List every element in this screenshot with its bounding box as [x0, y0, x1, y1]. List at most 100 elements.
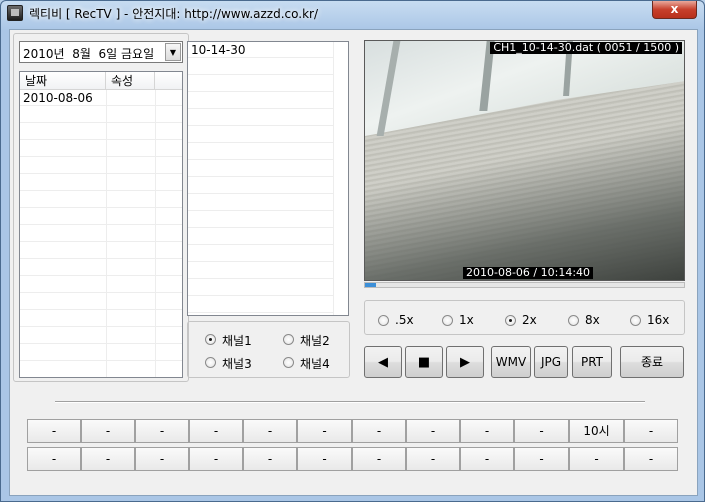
hour-button-2-2[interactable]: - — [81, 447, 135, 471]
list-item[interactable]: 10-14-30 — [188, 42, 333, 58]
list-item — [188, 59, 333, 75]
hour-button-2-7[interactable]: - — [352, 447, 406, 471]
radio-icon — [205, 334, 216, 345]
list-item — [188, 127, 333, 143]
table-row — [20, 209, 182, 225]
hour-button-1-7[interactable]: - — [352, 419, 406, 443]
hour-button-2-12[interactable]: - — [624, 447, 678, 471]
hour-button-2-6[interactable]: - — [297, 447, 352, 471]
hour-button-1-5[interactable]: - — [243, 419, 297, 443]
speed-0-5x-label: .5x — [395, 313, 414, 327]
hour-button-1-8[interactable]: - — [406, 419, 460, 443]
hour-button-2-1[interactable]: - — [27, 447, 81, 471]
column-header-date[interactable]: 날짜 — [20, 72, 106, 90]
hour-button-1-12[interactable]: - — [624, 419, 678, 443]
speed-8x-label: 8x — [585, 313, 600, 327]
stop-button[interactable]: ■ — [405, 346, 443, 378]
list-item — [188, 93, 333, 109]
chevron-down-icon[interactable]: ▼ — [165, 43, 181, 61]
radio-icon — [378, 315, 389, 326]
date-picker[interactable]: 2010년 8월 6일 금요일 ▼ — [19, 41, 183, 63]
hour-button-1-2[interactable]: - — [81, 419, 135, 443]
playback-progress-fill — [365, 283, 376, 287]
channel-3-label: 채널3 — [222, 357, 252, 371]
list-item — [188, 229, 333, 245]
list-item — [188, 212, 333, 228]
radio-icon — [568, 315, 579, 326]
video-preview[interactable]: CH1_10-14-30.dat ( 0051 / 1500 ) 2010-08… — [364, 40, 685, 281]
list-item — [188, 280, 333, 296]
list-item — [188, 76, 333, 92]
list-item — [188, 246, 333, 262]
column-header-attr[interactable]: 속성 — [106, 72, 155, 90]
speed-1x-label: 1x — [459, 313, 474, 327]
table-row — [20, 107, 182, 123]
channel-2-label: 채널2 — [300, 334, 330, 348]
speed-16x-label: 16x — [647, 313, 670, 327]
hour-button-1-11[interactable]: 10시 — [569, 419, 624, 443]
hour-button-1-1[interactable]: - — [27, 419, 81, 443]
play-icon: ▶ — [460, 355, 470, 370]
hour-button-2-4[interactable]: - — [189, 447, 243, 471]
playback-progress[interactable] — [364, 282, 685, 288]
table-row — [20, 311, 182, 327]
list-item — [188, 161, 333, 177]
table-row — [20, 141, 182, 157]
date-list-header: 날짜 속성 — [20, 72, 182, 90]
client-area: 2010년 8월 6일 금요일 ▼ 날짜 속성 2010-08-06 10-14… — [9, 29, 698, 496]
table-row — [20, 124, 182, 140]
previous-button[interactable]: ◀ — [364, 346, 402, 378]
hour-button-2-11[interactable]: - — [569, 447, 624, 471]
hour-button-2-3[interactable]: - — [135, 447, 189, 471]
app-window: 렉티비 [ RecTV ] - 안전지대: http://www.azzd.co… — [0, 0, 705, 502]
video-frame-window — [365, 41, 684, 136]
radio-icon — [505, 315, 516, 326]
list-item — [188, 144, 333, 160]
table-row[interactable]: 2010-08-06 — [20, 90, 182, 106]
radio-icon — [283, 357, 294, 368]
close-button[interactable]: x — [652, 1, 697, 19]
video-timestamp: 2010-08-06 / 10:14:40 — [463, 267, 594, 279]
print-button[interactable]: PRT — [572, 346, 612, 378]
divider — [55, 401, 645, 403]
jpg-export-button[interactable]: JPG — [534, 346, 568, 378]
video-file-info: CH1_10-14-30.dat ( 0051 / 1500 ) — [490, 42, 682, 54]
table-row — [20, 277, 182, 293]
wmv-export-button[interactable]: WMV — [491, 346, 531, 378]
list-item — [188, 263, 333, 279]
column-divider — [333, 42, 334, 315]
hour-button-1-6[interactable]: - — [297, 419, 352, 443]
table-row — [20, 328, 182, 344]
hour-button-1-3[interactable]: - — [135, 419, 189, 443]
channel-4-label: 채널4 — [300, 357, 330, 371]
radio-icon — [283, 334, 294, 345]
hour-button-1-9[interactable]: - — [460, 419, 514, 443]
window-title: 렉티비 [ RecTV ] - 안전지대: http://www.azzd.co… — [29, 7, 318, 21]
exit-button[interactable]: 종료 — [620, 346, 684, 378]
table-row — [20, 175, 182, 191]
table-row — [20, 226, 182, 242]
title-bar[interactable]: 렉티비 [ RecTV ] - 안전지대: http://www.azzd.co… — [1, 1, 704, 27]
table-row — [20, 345, 182, 361]
hour-button-2-10[interactable]: - — [514, 447, 569, 471]
radio-icon — [205, 357, 216, 368]
play-button[interactable]: ▶ — [446, 346, 484, 378]
hour-button-2-5[interactable]: - — [243, 447, 297, 471]
hour-button-1-4[interactable]: - — [189, 419, 243, 443]
hour-button-2-8[interactable]: - — [406, 447, 460, 471]
table-row — [20, 192, 182, 208]
stop-icon: ■ — [417, 355, 431, 370]
date-picker-value: 2010년 8월 6일 금요일 — [23, 47, 155, 61]
hour-button-1-10[interactable]: - — [514, 419, 569, 443]
table-row — [20, 243, 182, 259]
file-list[interactable]: 10-14-30 — [187, 41, 349, 316]
speed-2x-label: 2x — [522, 313, 537, 327]
list-item — [188, 110, 333, 126]
list-item — [188, 297, 333, 313]
table-row — [20, 158, 182, 174]
list-item — [188, 195, 333, 211]
list-item — [188, 178, 333, 194]
previous-icon: ◀ — [378, 355, 388, 370]
date-list[interactable]: 날짜 속성 2010-08-06 — [19, 71, 183, 378]
hour-button-2-9[interactable]: - — [460, 447, 514, 471]
